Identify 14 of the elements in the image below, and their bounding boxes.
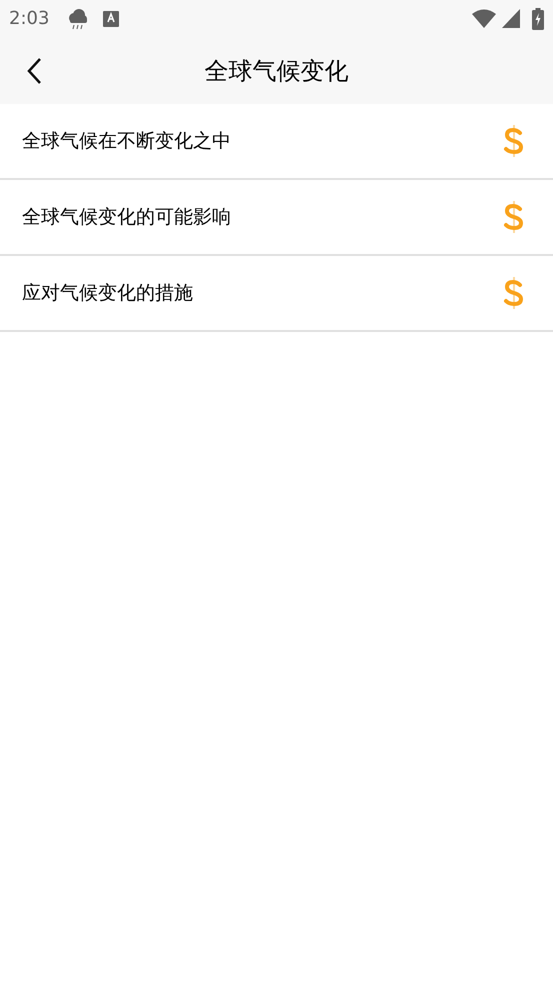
battery-icon (532, 8, 544, 30)
keyboard-icon (103, 10, 120, 26)
dollar-icon (503, 200, 525, 234)
item-label: 应对气候变化的措施 (22, 280, 193, 306)
cloud-rain-icon (67, 8, 90, 30)
wifi-icon (472, 8, 496, 28)
dollar-icon (503, 124, 525, 158)
item-label: 全球气候在不断变化之中 (22, 128, 231, 154)
status-time: 2:03 (9, 7, 50, 31)
header-title: 全球气候变化 (204, 56, 350, 86)
back-icon (26, 56, 42, 84)
item-label: 全球气候变化的可能影响 (22, 204, 231, 230)
dollar-icon (503, 276, 525, 310)
signal-icon (502, 9, 520, 28)
